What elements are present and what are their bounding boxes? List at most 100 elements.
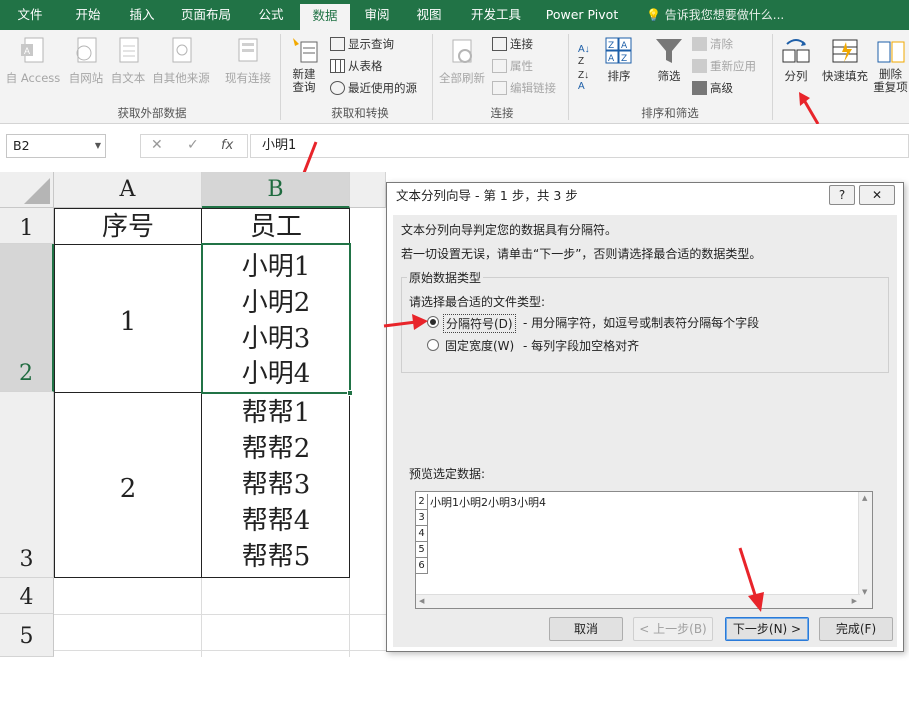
- cell-a3[interactable]: 2: [54, 392, 202, 578]
- dialog-title-bar[interactable]: 文本分列向导 - 第 1 步，共 3 步 ? ✕: [387, 183, 903, 209]
- connections-button[interactable]: 连接: [492, 34, 533, 54]
- row-header-3[interactable]: 3: [0, 392, 54, 578]
- ribbon-data: A 自 Access 自网站 自文本 自其他来源 现有连接 获取外部数据 新建 …: [0, 30, 909, 124]
- text-file-icon: [119, 37, 139, 63]
- cell-a1[interactable]: 序号: [54, 208, 202, 244]
- gridline: [54, 650, 386, 651]
- reapply-button[interactable]: 重新应用: [692, 56, 756, 76]
- scroll-left-icon[interactable]: ◀: [419, 597, 424, 605]
- formula-bar: B2 ▼ ✕ ✓ fx 小明1: [0, 124, 909, 170]
- cell-a2[interactable]: 1: [54, 244, 202, 392]
- insert-function-icon[interactable]: fx: [221, 138, 233, 153]
- table-icon: [330, 37, 345, 51]
- group-separator: [568, 34, 569, 120]
- dialog-message-2: 若一切设置无误，请单击“下一步”，否则请选择最合适的数据类型。: [401, 247, 762, 261]
- from-text-button[interactable]: 自文本: [108, 36, 148, 86]
- preview-horizontal-scrollbar[interactable]: ◀ ▶: [416, 594, 860, 608]
- svg-text:Z: Z: [578, 56, 584, 67]
- column-header-b[interactable]: B: [202, 172, 350, 208]
- row-header-2[interactable]: 2: [0, 244, 54, 392]
- select-all-corner[interactable]: [0, 172, 54, 208]
- edit-links-button[interactable]: 编辑链接: [492, 78, 556, 98]
- finish-button[interactable]: 完成(F): [819, 617, 893, 641]
- help-button[interactable]: ?: [829, 185, 855, 205]
- tab-insert[interactable]: 插入: [116, 0, 168, 30]
- svg-text:Z: Z: [621, 54, 627, 64]
- svg-text:Z↓: Z↓: [578, 70, 589, 81]
- name-box[interactable]: B2 ▼: [6, 134, 106, 158]
- tab-developer[interactable]: 开发工具: [460, 0, 532, 30]
- svg-text:A: A: [578, 81, 585, 90]
- tab-data[interactable]: 数据: [300, 4, 350, 30]
- svg-text:A: A: [24, 46, 30, 56]
- tab-formulas[interactable]: 公式: [246, 0, 296, 30]
- recent-sources-button[interactable]: 最近使用的源: [330, 78, 417, 98]
- group-separator: [432, 34, 433, 120]
- row-header-4[interactable]: 4: [0, 578, 54, 614]
- cancel-button[interactable]: 取消: [549, 617, 623, 641]
- remove-duplicates-button[interactable]: 删除 重复项: [872, 36, 909, 94]
- back-button[interactable]: < 上一步(B): [633, 617, 713, 641]
- formula-input[interactable]: 小明1: [250, 134, 909, 158]
- column-header-a[interactable]: A: [54, 172, 202, 208]
- chevron-down-icon[interactable]: ▼: [95, 135, 101, 157]
- show-queries-button[interactable]: 显示查询: [330, 34, 394, 54]
- reapply-icon: [692, 59, 707, 73]
- tab-home[interactable]: 开始: [62, 0, 114, 30]
- annotation-arrow-icon: [383, 314, 428, 330]
- preview-row-number: 5: [416, 542, 428, 558]
- from-other-sources-button[interactable]: 自其他来源: [148, 36, 214, 86]
- scroll-up-icon[interactable]: ▲: [862, 494, 867, 502]
- refresh-all-button[interactable]: 全部刷新: [436, 36, 488, 86]
- existing-connections-button[interactable]: 现有连接: [222, 36, 274, 86]
- flash-fill-icon: [832, 39, 858, 63]
- cancel-icon[interactable]: ✕: [151, 137, 163, 153]
- tab-view[interactable]: 视图: [406, 0, 452, 30]
- advanced-filter-button[interactable]: 高级: [692, 78, 733, 98]
- tell-me-box[interactable]: 💡 告诉我您想要做什么...: [646, 0, 784, 30]
- from-table-button[interactable]: 从表格: [330, 56, 383, 76]
- group-separator: [772, 34, 773, 120]
- cell-b2[interactable]: 小明1 小明2 小明3 小明4: [201, 243, 353, 396]
- column-header-c[interactable]: [350, 172, 386, 208]
- fixed-width-radio[interactable]: [427, 339, 439, 351]
- tab-page-layout[interactable]: 页面布局: [172, 0, 240, 30]
- new-query-button[interactable]: 新建 查询: [284, 36, 324, 94]
- other-sources-icon: [172, 37, 192, 63]
- ribbon-tab-bar: 文件 开始 插入 页面布局 公式 数据 审阅 视图 开发工具 Power Piv…: [0, 0, 909, 30]
- annotation-arrow-icon: [738, 547, 764, 612]
- group-label-external: 获取外部数据: [117, 106, 187, 120]
- enter-icon[interactable]: ✓: [187, 137, 199, 153]
- cell-b3[interactable]: 帮帮1 帮帮2 帮帮3 帮帮4 帮帮5: [202, 393, 350, 578]
- svg-text:A↓: A↓: [578, 44, 590, 55]
- sort-az-button[interactable]: A↓ Z Z↓ A: [574, 38, 600, 93]
- properties-button[interactable]: 属性: [492, 56, 533, 76]
- tab-power-pivot[interactable]: Power Pivot: [538, 0, 626, 30]
- text-to-columns-button[interactable]: 分列: [778, 36, 814, 84]
- tab-review[interactable]: 审阅: [354, 0, 400, 30]
- clear-filter-button[interactable]: 清除: [692, 34, 733, 54]
- flash-fill-button[interactable]: 快速填充: [818, 36, 872, 84]
- cell-line: 帮帮2: [241, 434, 311, 464]
- scroll-down-icon[interactable]: ▼: [862, 588, 867, 596]
- row-header-1[interactable]: 1: [0, 208, 54, 244]
- tab-file[interactable]: 文件: [4, 0, 56, 30]
- fixed-width-label[interactable]: 固定宽度(W): [443, 337, 516, 354]
- filter-button[interactable]: 筛选: [650, 36, 688, 84]
- delimited-label[interactable]: 分隔符号(D): [443, 314, 516, 333]
- next-button[interactable]: 下一步(N) >: [725, 617, 809, 641]
- cell-b1[interactable]: 员工: [202, 208, 350, 244]
- from-access-button[interactable]: A 自 Access: [4, 36, 62, 86]
- cell-line: 小明2: [241, 288, 311, 318]
- group-label-sort-filter: 排序和筛选: [641, 106, 699, 120]
- preview-vertical-scrollbar[interactable]: ▲ ▼: [858, 492, 872, 608]
- from-web-button[interactable]: 自网站: [64, 36, 108, 86]
- scroll-right-icon[interactable]: ▶: [852, 597, 857, 605]
- row-header-5[interactable]: 5: [0, 614, 54, 657]
- properties-icon: [492, 59, 507, 73]
- sort-button[interactable]: ZAAZ 排序: [602, 36, 636, 84]
- delimited-description: - 用分隔字符，如逗号或制表符分隔每个字段: [523, 316, 760, 330]
- close-button[interactable]: ✕: [859, 185, 895, 205]
- preview-pane[interactable]: 2 3 4 5 6 小明1小明2小明3小明4 ▲ ▼ ◀ ▶: [415, 491, 873, 609]
- cell-line: 小明1: [241, 252, 311, 282]
